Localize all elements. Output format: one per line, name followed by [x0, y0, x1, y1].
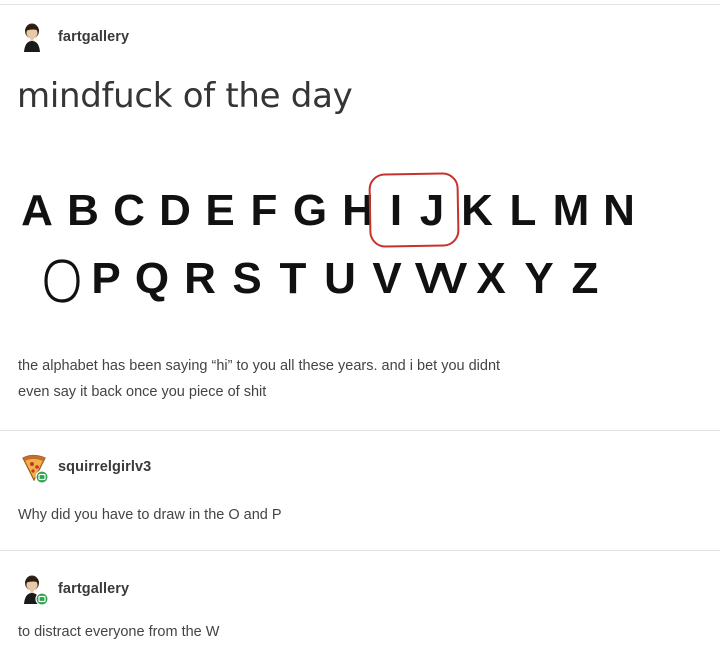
alphabet-letter-vv: VV [414, 254, 468, 303]
alphabet-letter-s: S [232, 254, 262, 303]
reply-1-username[interactable]: squirrelgirlv3 [58, 459, 151, 475]
reply-2-header: fartgallery [20, 574, 129, 606]
alphabet-letter-u: U [324, 254, 356, 303]
alphabet-letter-b: B [67, 186, 99, 235]
alphabet-letter-a: A [21, 186, 53, 235]
divider-1 [0, 430, 720, 431]
alphabet-letter-x: X [476, 254, 506, 303]
alphabet-letter-g: G [292, 186, 328, 235]
alphabet-letter-f: F [250, 186, 278, 235]
divider-2 [0, 550, 720, 551]
top-divider [0, 4, 720, 5]
post-header: fartgallery [20, 22, 129, 52]
reply-1-header: squirrelgirlv3 [20, 452, 151, 484]
person-avatar-icon[interactable] [20, 574, 50, 606]
post-username[interactable]: fartgallery [58, 29, 129, 45]
post-page: fartgallery mindfuck of the day ABCDEFGH… [0, 0, 720, 672]
alphabet-letter-p: P [91, 254, 121, 303]
reply-1-text: Why did you have to draw in the O and P [18, 507, 282, 523]
alphabet-letter-e: E [205, 186, 235, 235]
alphabet-letter-d: D [159, 186, 191, 235]
alphabet-letter-r: R [184, 254, 216, 303]
alphabet-letter-v: V [372, 254, 402, 303]
alphabet-letter-z: Z [571, 254, 599, 303]
pizza-slice-avatar-icon[interactable] [20, 452, 50, 484]
hand-drawn-o [44, 259, 80, 303]
alphabet-letter-m: M [552, 186, 590, 235]
alphabet-letter-q: Q [134, 254, 170, 303]
reply-2-username[interactable]: fartgallery [58, 581, 129, 597]
person-avatar-icon[interactable] [20, 22, 50, 52]
alphabet-letter-t: T [279, 254, 307, 303]
alphabet-letter-c: C [113, 186, 145, 235]
alphabet-row-2: P Q R S T U V VV X Y Z [84, 254, 608, 304]
alphabet-letter-y: Y [524, 254, 554, 303]
post-body-line-2: even say it back once you piece of shit [18, 384, 267, 400]
alphabet-letter-k: K [461, 186, 493, 235]
alphabet-letter-l: L [509, 186, 537, 235]
alphabet-letter-n: N [603, 186, 635, 235]
hi-circle-annotation [368, 172, 460, 248]
post-title: mindfuck of the day [17, 76, 353, 116]
reply-2-text: to distract everyone from the W [18, 624, 220, 640]
post-body-line-1: the alphabet has been saying “hi” to you… [18, 358, 501, 374]
alphabet-row-1: ABCDEFGHIJKLMN [14, 186, 642, 236]
